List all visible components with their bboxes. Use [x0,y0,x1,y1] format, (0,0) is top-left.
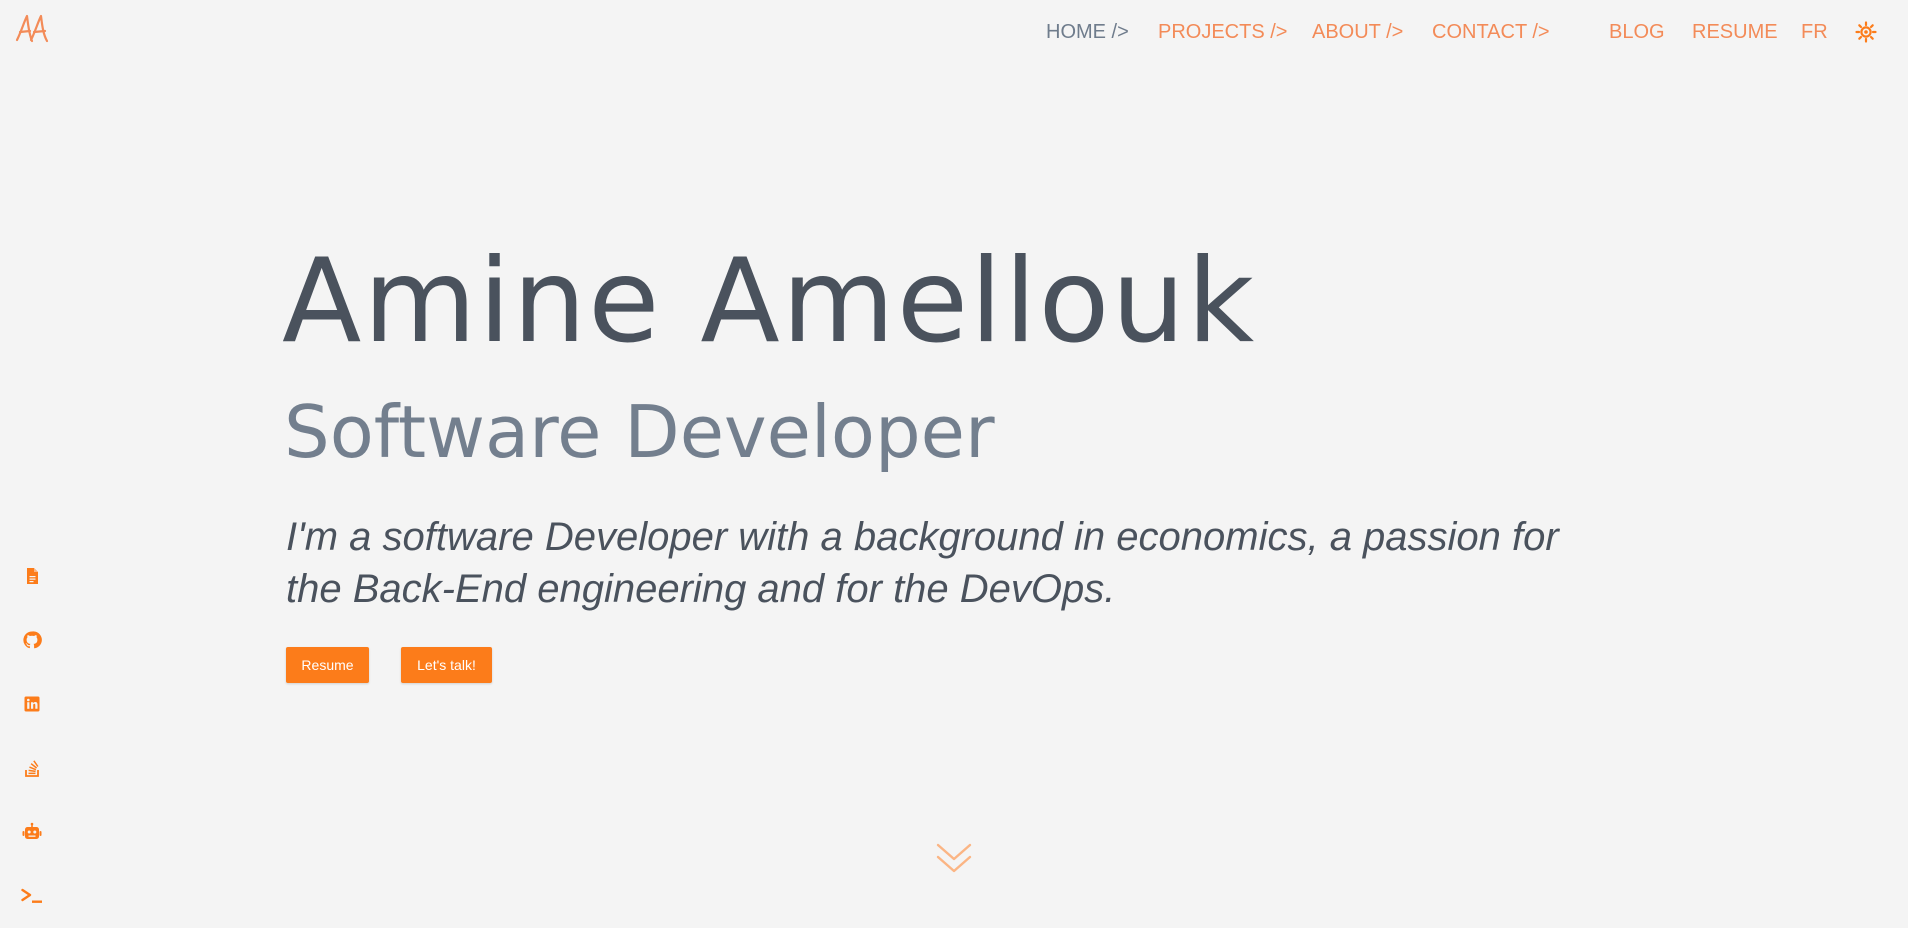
terminal-icon [21,888,42,903]
resume-button[interactable]: Resume [286,647,369,683]
stackoverflow-icon [25,760,39,777]
document-icon [27,568,38,584]
linkedin-link[interactable] [20,692,44,716]
nav-home[interactable]: HOME /> [1046,19,1129,45]
linkedin-icon [24,696,40,712]
github-link[interactable] [20,628,44,652]
robot-icon [22,822,42,839]
chevron-double-down-icon [936,843,972,873]
hero-name: Amine Amellouk [282,234,1257,369]
theme-toggle-button[interactable] [1854,20,1878,44]
resume-document-link[interactable] [20,564,44,588]
hero-description: I'm a software Developer with a backgrou… [286,515,1559,611]
nav-projects[interactable]: PROJECTS /> [1158,19,1287,45]
hero-role: Software Developer [284,390,995,474]
nav-contact[interactable]: CONTACT /> [1432,19,1550,45]
nav-about[interactable]: ABOUT /> [1312,19,1403,45]
stackoverflow-link[interactable] [20,756,44,780]
nav-language-fr[interactable]: FR [1801,19,1828,45]
nav-blog[interactable]: BLOG [1609,19,1665,45]
main-nav: HOME /> PROJECTS /> ABOUT /> CONTACT /> … [0,19,1908,47]
lets-talk-button[interactable]: Let's talk! [401,647,492,683]
scroll-down-button[interactable] [935,840,973,878]
terminal-link[interactable] [20,884,44,908]
robot-link[interactable] [20,820,44,844]
github-icon [23,631,42,649]
nav-resume[interactable]: RESUME [1692,19,1778,45]
sun-icon [1855,21,1877,43]
